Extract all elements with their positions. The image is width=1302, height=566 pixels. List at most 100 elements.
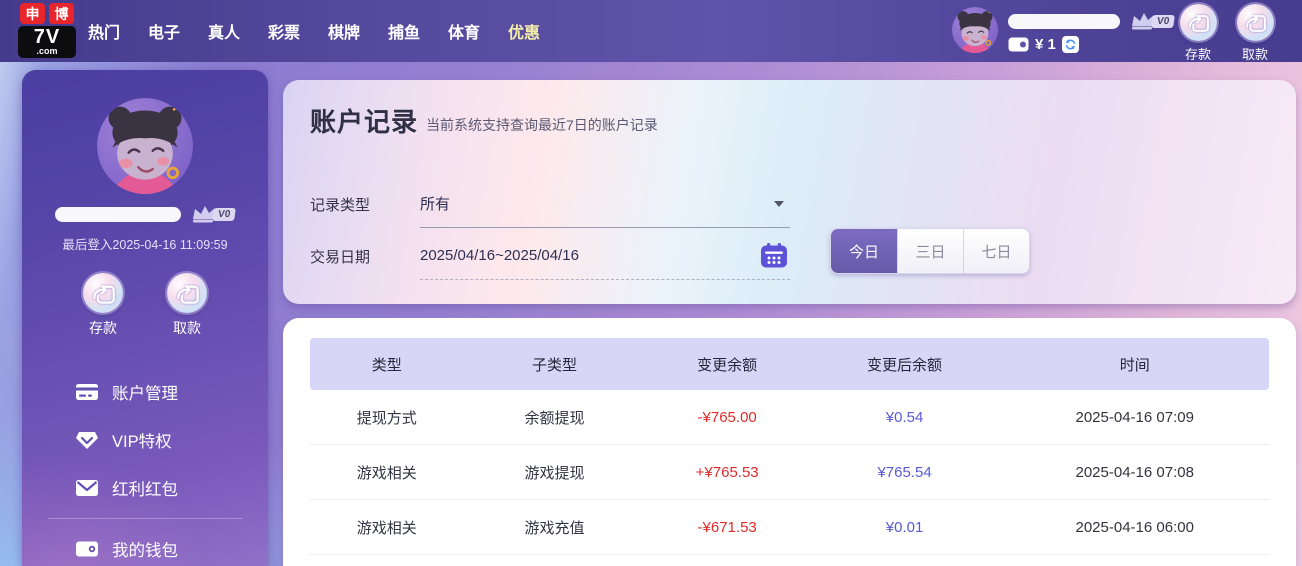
- sidebar-menu: 账户管理 VIP特权 红利红包: [22, 368, 268, 566]
- cell-change: -¥671.53: [646, 519, 809, 536]
- cell-subtype: 游戏提现: [463, 462, 645, 483]
- table-row: 游戏相关 游戏提现 +¥765.53 ¥765.54 2025-04-16 07…: [310, 445, 1269, 500]
- column-header-after-balance: 变更后余额: [809, 354, 1001, 375]
- record-type-selected-value: 所有: [420, 193, 450, 214]
- cell-after: ¥765.54: [809, 464, 1001, 481]
- logo-main-text: 7V: [21, 27, 73, 47]
- sidebar-item-vip-privileges[interactable]: VIP特权: [22, 416, 268, 464]
- sidebar: V0 最后登入2025-04-16 11:09:59 存款 取款: [22, 70, 268, 566]
- withdraw-label: 取款: [1232, 44, 1278, 63]
- site-logo[interactable]: 申 博 7V .com: [18, 3, 76, 58]
- balance-amount: ¥ 1: [1035, 36, 1056, 53]
- refresh-icon: [1064, 38, 1077, 51]
- vip-level-badge: V0: [1151, 15, 1175, 28]
- page-subtitle: 当前系统支持查询最近7日的账户记录: [426, 115, 658, 139]
- record-type-select[interactable]: 所有: [420, 180, 790, 228]
- wallet-icon: [75, 539, 99, 559]
- sidebar-divider: [48, 518, 242, 519]
- nav-item-cards[interactable]: 棋牌: [326, 19, 362, 43]
- column-header-time: 时间: [1000, 354, 1269, 375]
- vip-gem-icon: [75, 430, 99, 450]
- sidebar-user-line: V0: [22, 204, 268, 224]
- logo-suffix-text: .com: [21, 47, 73, 56]
- calendar-icon[interactable]: [760, 242, 788, 269]
- panel-title-block: 账户记录 当前系统支持查询最近7日的账户记录: [310, 102, 658, 139]
- column-header-subtype: 子类型: [463, 354, 645, 375]
- wallet-icon: [1008, 37, 1029, 52]
- column-header-type: 类型: [310, 354, 463, 375]
- envelope-icon: [75, 478, 99, 498]
- cell-change: +¥765.53: [646, 464, 809, 481]
- sidebar-item-account-management[interactable]: 账户管理: [22, 368, 268, 416]
- sidebar-item-bonus-red-packet[interactable]: 红利红包: [22, 464, 268, 512]
- sidebar-item-my-wallet[interactable]: 我的钱包: [22, 525, 268, 566]
- account-records-table-panel: 类型 子类型 变更余额 变更后余额 时间 提现方式 余额提现 -¥765.00 …: [283, 318, 1296, 566]
- nav-item-promotions[interactable]: 优惠: [506, 19, 542, 43]
- cell-subtype: 余额提现: [463, 407, 645, 428]
- cell-type: 提现方式: [310, 407, 463, 428]
- nav-item-lottery[interactable]: 彩票: [266, 19, 302, 43]
- record-type-row: 记录类型 所有: [310, 180, 790, 228]
- page-title: 账户记录: [310, 102, 418, 139]
- sidebar-item-label: VIP特权: [112, 428, 172, 452]
- withdraw-label: 取款: [157, 318, 217, 338]
- avatar-image: [952, 7, 998, 53]
- username-masked: [55, 207, 181, 222]
- withdraw-icon: [167, 273, 207, 313]
- user-avatar[interactable]: [952, 7, 998, 53]
- cell-time: 2025-04-16 07:08: [1000, 464, 1269, 481]
- card-icon: [75, 382, 99, 402]
- records-table: 类型 子类型 变更余额 变更后余额 时间 提现方式 余额提现 -¥765.00 …: [310, 338, 1269, 555]
- withdraw-icon: [1237, 4, 1274, 41]
- date-range-value: 2025/04/16~2025/04/16: [420, 247, 579, 264]
- user-info-cluster: V0 ¥ 1: [1008, 11, 1174, 53]
- avatar-image: [97, 98, 193, 194]
- cell-time: 2025-04-16 07:09: [1000, 409, 1269, 426]
- nav-item-live[interactable]: 真人: [206, 19, 242, 43]
- top-nav-menu: 热门 电子 真人 彩票 棋牌 捕鱼 体育 优惠: [86, 0, 542, 62]
- range-button-seven-days[interactable]: 七日: [963, 229, 1029, 273]
- range-button-today[interactable]: 今日: [831, 229, 897, 273]
- deposit-label: 存款: [73, 318, 133, 338]
- withdraw-button-sidebar[interactable]: 取款: [157, 273, 217, 338]
- sidebar-item-label: 账户管理: [112, 380, 178, 404]
- transaction-date-row: 交易日期 2025/04/16~2025/04/16: [310, 232, 790, 280]
- chevron-down-icon: [774, 201, 784, 207]
- nav-item-slots[interactable]: 电子: [146, 19, 182, 43]
- nav-item-sports[interactable]: 体育: [446, 19, 482, 43]
- sidebar-item-label: 红利红包: [112, 476, 178, 500]
- cell-type: 游戏相关: [310, 462, 463, 483]
- cell-type: 游戏相关: [310, 517, 463, 538]
- cell-change: -¥765.00: [646, 409, 809, 426]
- date-range-button-group: 今日 三日 七日: [830, 228, 1030, 274]
- withdraw-button-top[interactable]: 取款: [1232, 4, 1278, 63]
- top-navigation-bar: 申 博 7V .com 热门 电子 真人 彩票 棋牌 捕鱼 体育 优惠: [0, 0, 1302, 62]
- logo-badges: 申 博: [18, 3, 76, 24]
- cell-time: 2025-04-16 06:00: [1000, 519, 1269, 536]
- cell-after: ¥0.01: [809, 519, 1001, 536]
- deposit-label: 存款: [1175, 44, 1221, 63]
- deposit-button-sidebar[interactable]: 存款: [73, 273, 133, 338]
- nav-item-hot[interactable]: 热门: [86, 19, 122, 43]
- transaction-date-label: 交易日期: [310, 246, 420, 267]
- range-button-three-days[interactable]: 三日: [897, 229, 963, 273]
- vip-level-badge: V0: [212, 208, 236, 221]
- sidebar-item-label: 我的钱包: [112, 537, 178, 561]
- date-range-input[interactable]: 2025/04/16~2025/04/16: [420, 232, 790, 280]
- table-row: 提现方式 余额提现 -¥765.00 ¥0.54 2025-04-16 07:0…: [310, 390, 1269, 445]
- cell-subtype: 游戏充值: [463, 517, 645, 538]
- last-login-text: 最后登入2025-04-16 11:09:59: [22, 234, 268, 253]
- page-root: 申 博 7V .com 热门 电子 真人 彩票 棋牌 捕鱼 体育 优惠: [0, 0, 1302, 566]
- deposit-button-top[interactable]: 存款: [1175, 4, 1221, 63]
- cell-after: ¥0.54: [809, 409, 1001, 426]
- logo-badge-bo: 博: [49, 3, 74, 24]
- record-type-label: 记录类型: [310, 194, 420, 215]
- sidebar-user-avatar[interactable]: [97, 98, 193, 194]
- logo-box: 7V .com: [18, 26, 76, 58]
- table-row: 游戏相关 游戏充值 -¥671.53 ¥0.01 2025-04-16 06:0…: [310, 500, 1269, 555]
- refresh-balance-button[interactable]: [1062, 36, 1079, 53]
- sidebar-actions: 存款 取款: [22, 273, 268, 338]
- nav-item-fishing[interactable]: 捕鱼: [386, 19, 422, 43]
- table-header-row: 类型 子类型 变更余额 变更后余额 时间: [310, 338, 1269, 390]
- username-masked: [1008, 14, 1120, 29]
